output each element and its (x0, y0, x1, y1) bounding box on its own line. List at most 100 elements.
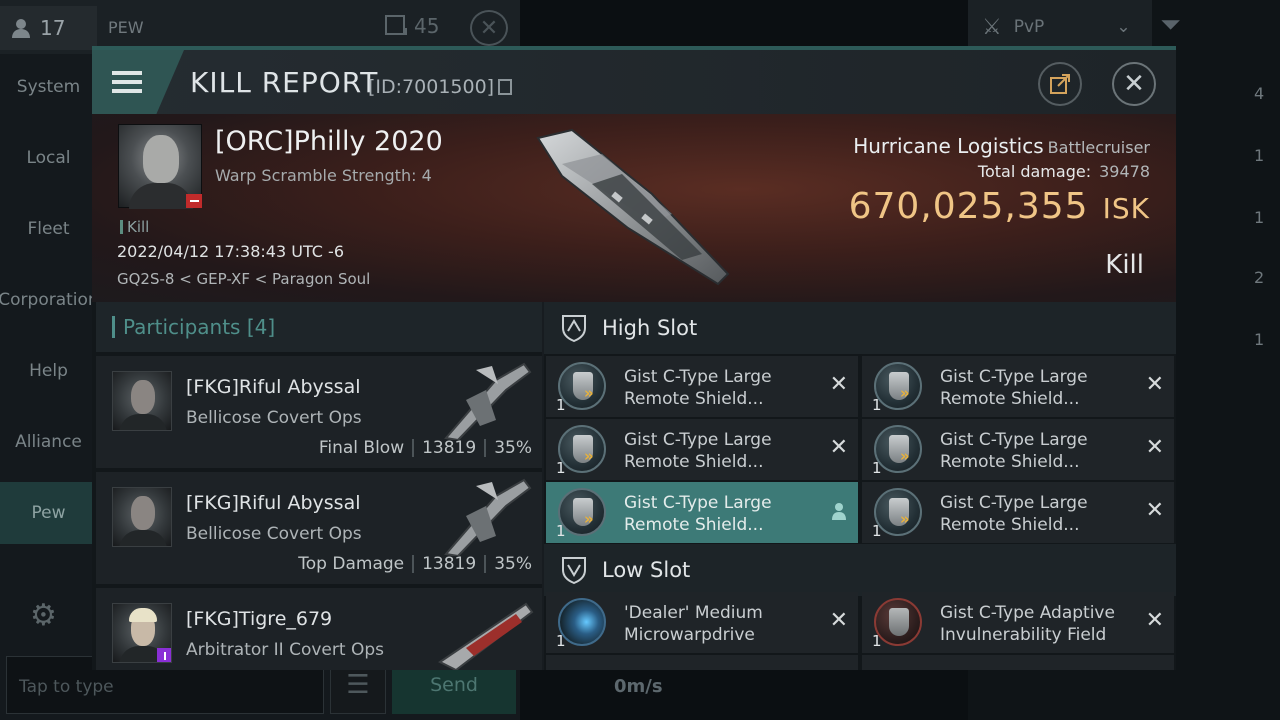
person-icon (12, 19, 30, 38)
high-slot-icon (562, 315, 586, 343)
module-item[interactable]: 1 'Dealer' Medium Microwarpdrive ✕ (546, 592, 858, 653)
standing-minus-icon (186, 194, 202, 208)
participant-ship: Arbitrator II Covert Ops (186, 640, 384, 660)
filter-icon[interactable]: ⏷ (1160, 10, 1181, 41)
speed-readout: 0m/s (614, 676, 663, 697)
victim-banner: [ORC]Philly 2020 Warp Scramble Strength:… (92, 114, 1176, 302)
share-icon (1050, 74, 1070, 94)
hamburger-icon (112, 71, 142, 93)
participants-panel: Participants [4] [FKG]Riful Abyssal Bell… (92, 302, 542, 670)
kill-report-modal: KILL REPORT [ID:7001500] ✕ [ORC]Philly 2… (92, 46, 1176, 670)
kill-tag: Kill (120, 218, 149, 236)
participant-portrait (112, 487, 172, 547)
participant-damage: 13819 (422, 554, 477, 574)
participant-ship-image (444, 362, 532, 440)
destroyed-x-icon: ✕ (829, 608, 848, 633)
overview-count: 1 (1254, 146, 1265, 165)
destroyed-x-icon: ✕ (1145, 372, 1164, 397)
participant-row[interactable]: [FKG]Riful Abyssal Bellicose Covert Ops … (96, 472, 542, 584)
channel-count[interactable]: 45 (384, 14, 439, 38)
overview-tab-label: PvP (1013, 17, 1045, 37)
module-quantity: 1 (872, 459, 882, 477)
module-item[interactable]: » 1 Gist C-Type Large Remote Shield... ✕ (862, 482, 1174, 543)
module-quantity: 1 (556, 522, 566, 540)
nav-help[interactable]: Help (0, 340, 97, 402)
low-slot-header: Low Slot (544, 544, 1176, 596)
destroyed-x-icon: ✕ (1145, 498, 1164, 523)
kill-location[interactable]: GQ2S-8 < GEP-XF < Paragon Soul (117, 270, 370, 288)
participant-role: Top Damage (298, 554, 405, 574)
overview-count: 4 (1254, 84, 1265, 103)
high-slot-header: High Slot (544, 302, 1176, 354)
module-item[interactable]: » 1 Gist C-Type Large Remote Shield... ✕ (862, 419, 1174, 480)
fitting-panel: High Slot » 1 Gist C-Type Large Remote S… (544, 302, 1176, 670)
module-item[interactable]: 1 Gist C-Type Adaptive Invulnerability F… (862, 592, 1174, 653)
participants-count: [4] (246, 315, 276, 339)
module-quantity: 1 (872, 522, 882, 540)
participant-role: Final Blow (318, 438, 405, 458)
module-item[interactable] (862, 655, 1174, 670)
participants-header: Participants [4] (96, 302, 542, 352)
ship-class: Battlecruiser (1047, 138, 1150, 157)
modal-title: KILL REPORT (190, 66, 379, 99)
chevron-down-icon: ⌄ (1116, 17, 1131, 37)
gear-icon[interactable]: ⚙ (30, 598, 57, 633)
dropped-person-icon (832, 503, 846, 520)
low-slot-label: Low Slot (602, 558, 691, 582)
nav-alliance[interactable]: Alliance (0, 411, 97, 473)
module-item[interactable] (546, 655, 858, 670)
nav-system[interactable]: System (0, 56, 97, 118)
nav-fleet[interactable]: Fleet (0, 198, 97, 260)
member-count-button[interactable]: 17 (0, 6, 97, 50)
high-slot-label: High Slot (602, 316, 698, 340)
total-damage: Total damage: 39478 (978, 162, 1150, 181)
participant-stats: Top Damage 13819 35% (298, 554, 532, 574)
close-button[interactable]: ✕ (1112, 62, 1156, 106)
ship-name-label: Hurricane Logistics (853, 134, 1044, 158)
participant-portrait (112, 371, 172, 431)
chat-close-icon[interactable]: ✕ (470, 10, 508, 46)
share-button[interactable] (1038, 62, 1082, 106)
participant-percent: 35% (494, 554, 532, 574)
kill-date: 2022/04/12 17:38:43 UTC -6 (117, 242, 345, 261)
participant-percent: 35% (494, 438, 532, 458)
victim-name[interactable]: [ORC]Philly 2020 (215, 126, 443, 157)
kill-id[interactable]: [ID:7001500] (368, 76, 513, 98)
module-item[interactable]: » 1 Gist C-Type Large Remote Shield... ✕ (546, 356, 858, 417)
participant-ship-image (438, 602, 534, 670)
isk-unit: ISK (1102, 192, 1150, 225)
participant-name: [FKG]Tigre_679 (186, 608, 333, 630)
ship-name[interactable]: Hurricane Logistics Battlecruiser (853, 134, 1150, 158)
nav-pew[interactable]: Pew (0, 482, 97, 544)
participant-ship-image (444, 478, 532, 556)
module-quantity: 1 (872, 632, 882, 650)
chat-list-icon (385, 15, 407, 35)
nav-local[interactable]: Local (0, 127, 97, 189)
module-item-selected[interactable]: » 1 Gist C-Type Large Remote Shield... (546, 482, 858, 543)
crossed-swords-icon: ⚔ (982, 14, 1002, 40)
member-count: 17 (40, 16, 66, 40)
low-slot-icon (562, 557, 586, 585)
participant-row[interactable]: [FKG]Riful Abyssal Bellicose Covert Ops … (96, 356, 542, 468)
participant-row[interactable]: [FKG]Tigre_679 Arbitrator II Covert Ops (96, 588, 542, 670)
warp-scramble: Warp Scramble Strength: 4 (215, 166, 432, 185)
kill-result: Kill (1105, 250, 1144, 280)
module-name: Gist C-Type Adaptive Invulnerability Fie… (940, 603, 1115, 645)
module-name: Gist C-Type Large Remote Shield... (624, 367, 772, 409)
module-name: Gist C-Type Large Remote Shield... (940, 430, 1088, 472)
total-damage-label: Total damage: (977, 162, 1092, 181)
overview-count: 2 (1254, 268, 1265, 287)
close-icon: ✕ (1123, 69, 1145, 99)
nav-corporation[interactable]: Corporation (0, 269, 99, 331)
module-quantity: 1 (556, 396, 566, 414)
info-badge-icon (157, 648, 171, 662)
participant-damage: 13819 (422, 438, 477, 458)
module-item[interactable]: » 1 Gist C-Type Large Remote Shield... ✕ (546, 419, 858, 480)
module-quantity: 1 (556, 632, 566, 650)
ship-image[interactable] (532, 124, 742, 294)
module-item[interactable]: » 1 Gist C-Type Large Remote Shield... ✕ (862, 356, 1174, 417)
overview-count: 1 (1254, 208, 1265, 227)
participant-name: [FKG]Riful Abyssal (186, 376, 361, 398)
copy-icon[interactable] (498, 79, 513, 95)
channel-name: PEW (108, 18, 144, 37)
